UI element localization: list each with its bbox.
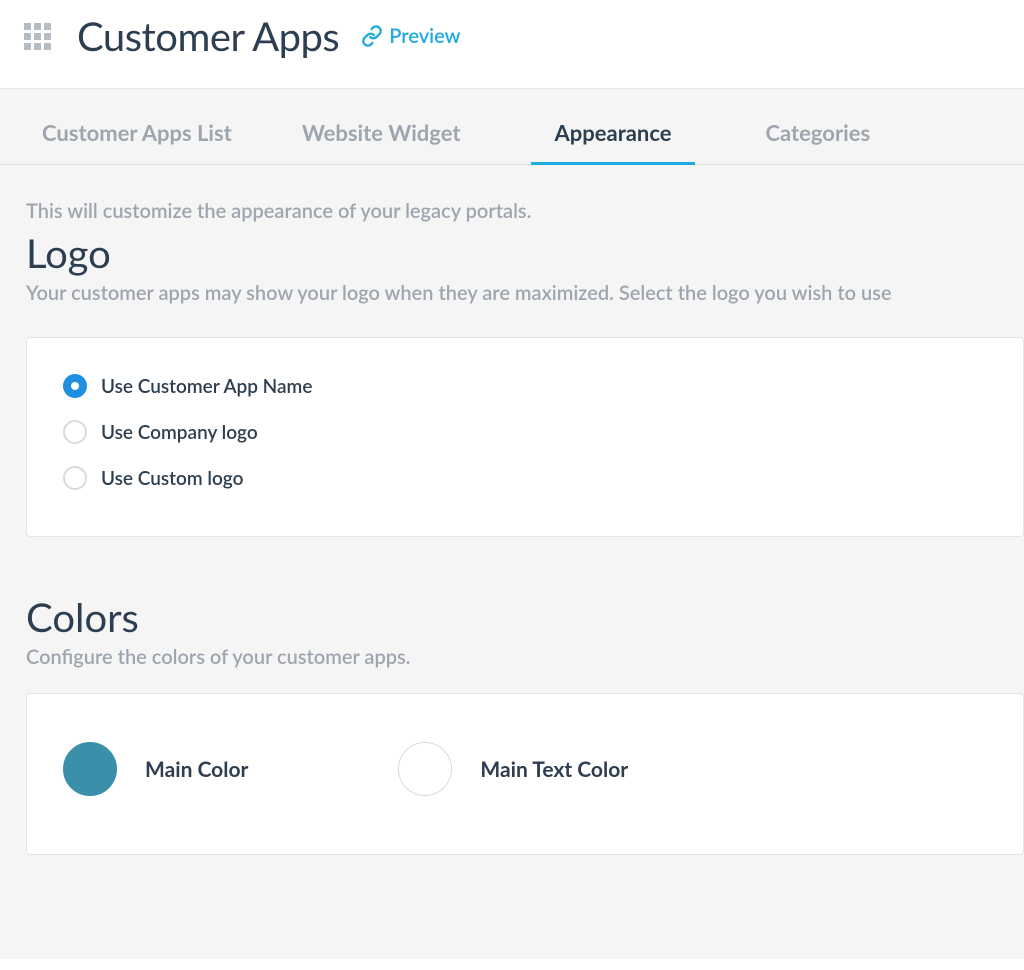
page-header: Customer Apps Preview xyxy=(0,0,1024,89)
page-title: Customer Apps xyxy=(77,12,339,60)
main-text-color-picker[interactable]: Main Text Color xyxy=(398,742,628,796)
radio-use-custom-logo[interactable]: Use Custom logo xyxy=(63,466,987,490)
intro-text: This will customize the appearance of yo… xyxy=(0,165,1024,223)
tabs: Customer Apps List Website Widget Appear… xyxy=(0,89,1024,165)
main-color-label: Main Color xyxy=(145,757,248,782)
link-icon xyxy=(361,25,383,47)
main-color-picker[interactable]: Main Color xyxy=(63,742,248,796)
radio-use-company-logo[interactable]: Use Company logo xyxy=(63,420,987,444)
radio-use-customer-app-name[interactable]: Use Customer App Name xyxy=(63,374,987,398)
colors-card: Main Color Main Text Color xyxy=(26,693,1024,855)
logo-subtext: Your customer apps may show your logo wh… xyxy=(0,277,1024,305)
radio-label: Use Company logo xyxy=(101,421,258,444)
radio-label: Use Customer App Name xyxy=(101,375,312,398)
radio-label: Use Custom logo xyxy=(101,467,243,490)
tab-categories[interactable]: Categories xyxy=(765,119,870,165)
colors-heading: Colors xyxy=(0,587,1024,641)
logo-radio-group: Use Customer App Name Use Company logo U… xyxy=(63,374,987,490)
content-area: Customer Apps List Website Widget Appear… xyxy=(0,89,1024,959)
tab-customer-apps-list[interactable]: Customer Apps List xyxy=(42,119,232,165)
radio-icon xyxy=(63,420,87,444)
tab-website-widget[interactable]: Website Widget xyxy=(302,119,461,165)
preview-link[interactable]: Preview xyxy=(361,24,460,48)
tab-appearance[interactable]: Appearance xyxy=(531,119,696,165)
main-text-color-label: Main Text Color xyxy=(480,757,628,782)
radio-icon xyxy=(63,374,87,398)
radio-icon xyxy=(63,466,87,490)
preview-label: Preview xyxy=(389,24,460,48)
main-color-swatch xyxy=(63,742,117,796)
logo-heading: Logo xyxy=(0,223,1024,277)
main-text-color-swatch xyxy=(398,742,452,796)
apps-grid-icon[interactable] xyxy=(24,23,51,50)
colors-subtext: Configure the colors of your customer ap… xyxy=(0,641,1024,669)
logo-options-card: Use Customer App Name Use Company logo U… xyxy=(26,337,1024,537)
